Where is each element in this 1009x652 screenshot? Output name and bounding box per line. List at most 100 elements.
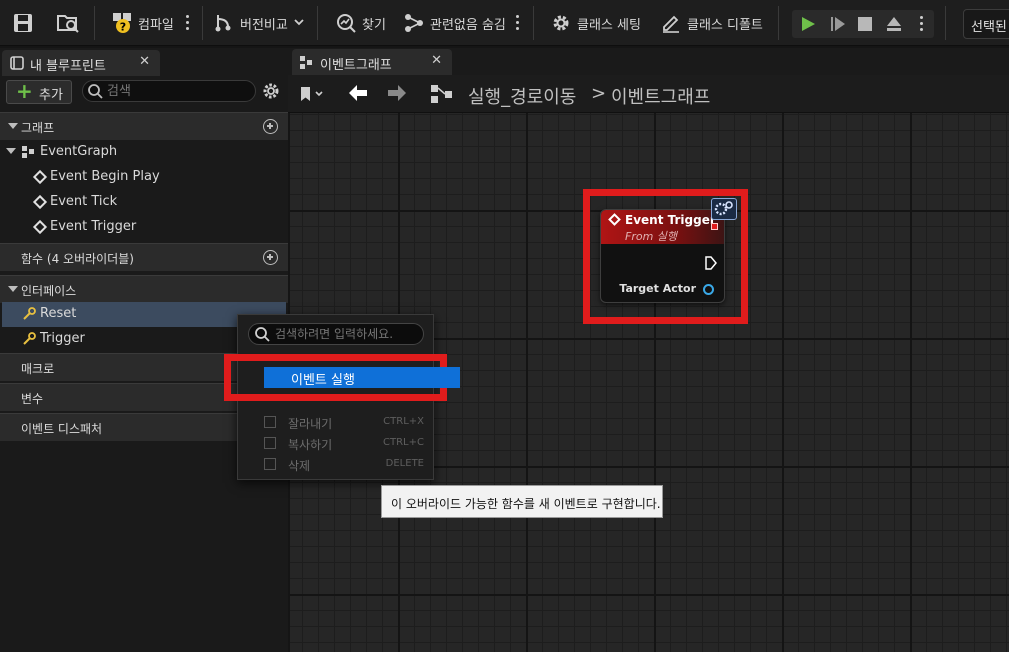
context-search[interactable] [248,323,424,345]
save-button[interactable] [12,10,34,36]
add-function-icon[interactable] [263,250,278,265]
breadcrumb-separator: > [591,83,607,104]
menu-item-delete[interactable]: 삭제 DELETE [260,455,430,475]
close-icon[interactable]: ✕ [139,54,150,69]
search-icon [255,327,270,342]
event-graph-label: EventGraph [40,144,118,159]
graph-header: 실행_경로이동 > 이벤트그래프 [288,75,1009,113]
tooltip: 이 오버라이드 가능한 함수를 새 이벤트로 구현합니다. [381,485,663,518]
list-item-event-begin-play[interactable]: Event Begin Play [0,165,288,190]
section-dispatchers-label: 이벤트 디스패처 [21,422,103,436]
find-label: 찾기 [362,17,386,33]
main-toolbar: ? 컴파일 버전비교 찾기 관련없음 숨김 클래스 세팅 클래스 디폴트 선택된 [0,0,1009,46]
menu-item-implement-event[interactable]: 이벤트 실행 [264,367,460,388]
play-options-icon[interactable] [920,15,924,33]
bookmark-icon[interactable] [299,86,325,102]
interface-function-icon [23,332,36,345]
play-icon[interactable] [800,16,816,32]
class-defaults-label: 클래스 디폴트 [687,17,763,33]
menu-item-delete-label: 삭제 [288,459,311,473]
breadcrumb-parent[interactable]: 실행_경로이동 [468,83,576,109]
tab-my-blueprint[interactable]: 내 블루프린트 ✕ [2,50,160,76]
shortcut-cut: CTRL+X [383,416,424,427]
settings-gear-icon[interactable] [262,82,280,100]
folder-search-icon [57,15,79,33]
event-icon [32,169,48,185]
svg-text:?: ? [120,21,126,34]
back-arrow-icon[interactable] [347,84,369,102]
menu-item-cut-label: 잘라내기 [288,417,333,431]
list-item-event-graph[interactable]: EventGraph [0,140,288,165]
list-item-event-trigger[interactable]: Event Trigger [0,215,288,240]
section-graphs[interactable]: 그래프 [0,112,288,140]
event-graph-icon [300,56,312,69]
find-button[interactable]: 찾기 [336,10,386,36]
add-button[interactable]: + 추가 [6,79,72,104]
diff-button[interactable]: 버전비교 [214,10,304,36]
compile-label: 컴파일 [138,17,174,33]
stop-icon[interactable] [858,17,872,31]
tab-event-graph[interactable]: 이벤트그래프 ✕ [292,49,452,75]
event-tick-label: Event Tick [50,194,118,209]
interface-function-icon [23,307,36,320]
hide-unrelated-label: 관련없음 숨김 [430,17,506,33]
collapse-arrow-icon [8,286,18,292]
compile-button[interactable]: ? 컴파일 [112,10,174,36]
section-interfaces[interactable]: 인터페이스 [0,275,288,303]
interface-reset-label: Reset [40,306,77,321]
trash-icon [264,458,276,470]
search-input[interactable] [107,83,247,99]
list-item-event-tick[interactable]: Event Tick [0,190,288,215]
save-icon [14,14,32,32]
shortcut-copy: CTRL+C [383,437,424,448]
gear-icon [553,15,569,31]
compile-options-icon[interactable] [186,14,190,32]
menu-item-cut[interactable]: 잘라내기 CTRL+X [260,413,430,433]
class-defaults-button[interactable]: 클래스 디폴트 [661,10,763,36]
tab-event-graph-label: 이벤트그래프 [320,58,392,73]
add-label: 추가 [39,88,63,103]
interface-trigger-label: Trigger [40,331,85,346]
close-icon[interactable]: ✕ [431,53,442,68]
breadcrumb-current: 이벤트그래프 [611,87,711,108]
diff-label: 버전비교 [240,17,288,33]
event-begin-play-label: Event Begin Play [50,169,160,184]
graph-hierarchy-icon [431,85,452,103]
menu-item-copy[interactable]: 복사하기 CTRL+C [260,434,430,454]
forward-arrow-icon[interactable] [386,84,408,102]
diff-icon [215,15,231,32]
search-icon [88,84,103,99]
hide-unrelated-button[interactable]: 관련없음 숨김 [404,10,506,36]
blueprint-book-icon [10,56,24,70]
step-icon[interactable] [830,16,846,32]
selected-debug-object-button[interactable]: 선택된 [963,9,1009,39]
section-graphs-label: 그래프 [21,121,55,135]
find-icon [337,14,356,33]
expand-arrow-icon [6,148,16,154]
cut-icon [264,416,276,428]
blueprint-search[interactable] [82,80,256,102]
add-graph-icon[interactable] [263,119,278,134]
chevron-down-icon [294,19,304,26]
shortcut-delete: DELETE [385,458,424,469]
collapse-arrow-icon [8,123,18,129]
event-trigger-label: Event Trigger [50,219,137,234]
section-functions-label: 함수 (4 오버라이더블) [21,252,134,266]
class-settings-button[interactable]: 클래스 세팅 [551,10,641,36]
eject-icon[interactable] [886,16,902,32]
section-interfaces-label: 인터페이스 [21,284,77,298]
graph-tab-bar: 이벤트그래프 ✕ [288,48,1009,75]
compile-warning-icon: ? [113,13,131,34]
context-search-input[interactable] [275,326,420,342]
event-icon [32,219,48,235]
hide-unrelated-icon [405,14,423,32]
browse-button[interactable] [56,10,80,36]
hide-unrelated-options-icon[interactable] [516,14,520,32]
section-functions[interactable]: 함수 (4 오버라이더블) [0,243,288,271]
event-graph-icon [22,146,34,158]
class-settings-label: 클래스 세팅 [577,17,641,33]
edit-icon [663,15,679,33]
event-icon [32,194,48,210]
tab-my-blueprint-label: 내 블루프린트 [30,59,106,74]
menu-item-copy-label: 복사하기 [288,438,333,452]
